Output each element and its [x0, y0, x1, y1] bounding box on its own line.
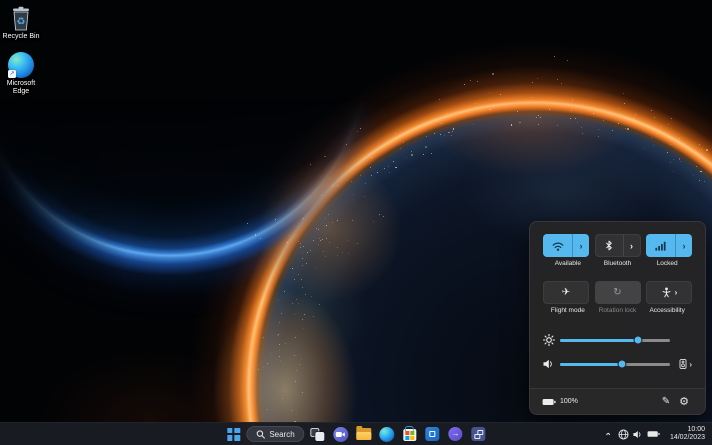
- shortcut-arrow-icon: ↗: [8, 70, 16, 78]
- accessibility-icon: [661, 287, 672, 298]
- brightness-slider-thumb[interactable]: [633, 335, 643, 345]
- bluetooth-icon[interactable]: [596, 235, 623, 256]
- edit-quick-settings-button[interactable]: ✎: [657, 396, 675, 407]
- taskbar-center-group: Search →: [223, 423, 488, 445]
- volume-icon: [543, 359, 560, 369]
- file-explorer-button[interactable]: [354, 424, 374, 444]
- wallpaper-blue-sphere: [0, 0, 430, 320]
- battery-percent: 100%: [560, 398, 578, 405]
- search-icon: [256, 429, 265, 439]
- battery-status[interactable]: 100%: [542, 398, 578, 406]
- windows-desktop-screen: ♻ Recycle Bin ↗ Microsoft Edge › › › Ava…: [0, 0, 712, 445]
- bluetooth-tile-label: Bluetooth: [603, 260, 632, 267]
- pinned-app-arrow-circle-button[interactable]: →: [446, 424, 466, 444]
- windows-logo-icon: [226, 427, 240, 441]
- accessibility-tile-label: Accessibility: [649, 307, 685, 314]
- chevron-up-icon: ›: [602, 432, 613, 436]
- volume-slider-fill: [560, 362, 622, 366]
- tray-network-volume-battery-button[interactable]: [615, 425, 663, 443]
- desktop-icon-label: Microsoft Edge: [6, 80, 36, 95]
- app-arrow-circle-icon: →: [448, 427, 463, 441]
- cellular-icon[interactable]: [646, 234, 675, 257]
- brightness-slider-fill: [560, 338, 639, 342]
- flight-mode-tile-label: Flight mode: [550, 307, 585, 314]
- quick-settings-panel: › › › Available Bluetooth Locked ✈ ↻ › F…: [529, 221, 706, 415]
- app-blue-square-icon: [425, 427, 440, 441]
- edge-icon: [379, 426, 395, 442]
- quick-settings-label-row-1: Available Bluetooth Locked: [543, 260, 692, 268]
- pinned-app-window-overlap-button[interactable]: [469, 424, 489, 444]
- brightness-slider-row: [543, 331, 692, 349]
- desktop-icon-label: Recycle Bin: [2, 33, 40, 40]
- recycle-bin-icon: ♻: [13, 6, 29, 31]
- volume-slider-row: ›: [543, 355, 692, 373]
- wifi-tile-label: Available: [554, 260, 581, 267]
- taskbar: Search → › 10:00 14/02/2023: [0, 422, 712, 445]
- cellular-tile[interactable]: ›: [646, 234, 692, 257]
- clock[interactable]: 10:00 14/02/2023: [667, 426, 708, 442]
- flight-mode-tile[interactable]: ✈: [543, 281, 589, 304]
- accessibility-tile[interactable]: ›: [646, 281, 692, 304]
- audio-output-icon: [679, 359, 687, 369]
- svg-text:♻: ♻: [17, 17, 26, 28]
- brightness-slider-track[interactable]: [560, 335, 670, 345]
- rotation-lock-icon: ↻: [613, 287, 622, 298]
- brightness-icon: [543, 334, 560, 346]
- speaker-icon: [633, 430, 641, 438]
- tray-show-hidden-icons-button[interactable]: ›: [602, 425, 613, 443]
- wifi-icon[interactable]: [543, 234, 572, 257]
- battery-icon: [542, 398, 556, 405]
- clock-date: 14/02/2023: [669, 434, 705, 441]
- airplane-icon: ✈: [561, 287, 571, 298]
- quick-settings-label-row-2: Flight mode Rotation lock Accessibility: [543, 307, 692, 315]
- accessibility-chevron: ›: [674, 288, 678, 297]
- settings-button[interactable]: ⚙: [675, 395, 693, 408]
- chat-camera-icon: [333, 426, 349, 442]
- cellular-tile-label: Locked: [656, 260, 678, 267]
- wifi-tile[interactable]: ›: [543, 234, 589, 257]
- volume-slider-thumb[interactable]: [617, 359, 627, 369]
- search-label: Search: [269, 429, 295, 439]
- start-button[interactable]: [223, 424, 243, 444]
- volume-output-chevron: ›: [689, 359, 692, 369]
- chat-button[interactable]: [331, 424, 351, 444]
- battery-icon: [647, 431, 660, 437]
- cellular-expand-chevron[interactable]: ›: [676, 234, 692, 257]
- system-tray: › 10:00 14/02/2023: [602, 423, 708, 445]
- network-globe-icon: [618, 429, 629, 439]
- store-icon: [403, 429, 417, 441]
- quick-settings-tile-row-2: ✈ ↻ ›: [543, 281, 692, 304]
- desktop-icon-microsoft-edge[interactable]: ↗ Microsoft Edge: [1, 52, 41, 96]
- volume-slider-track[interactable]: [560, 359, 670, 369]
- quick-settings-tile-row-1: › › ›: [543, 234, 692, 257]
- app-window-overlap-icon: [471, 427, 486, 441]
- search-box[interactable]: Search: [246, 426, 305, 442]
- bluetooth-tile[interactable]: ›: [594, 234, 641, 257]
- desktop-icon-recycle-bin[interactable]: ♻ Recycle Bin: [1, 5, 41, 41]
- clock-time: 10:00: [687, 426, 705, 433]
- file-explorer-icon: [356, 426, 372, 440]
- rotation-lock-tile[interactable]: ↻: [594, 281, 641, 304]
- volume-output-selector[interactable]: ›: [670, 359, 692, 369]
- store-button[interactable]: [400, 424, 420, 444]
- bluetooth-expand-chevron[interactable]: ›: [624, 235, 640, 256]
- wifi-expand-chevron[interactable]: ›: [573, 234, 589, 257]
- pinned-app-blue-square-button[interactable]: [423, 424, 443, 444]
- quick-settings-footer: 100% ✎ ⚙: [530, 388, 705, 414]
- rotation-lock-tile-label: Rotation lock: [598, 307, 637, 314]
- edge-button[interactable]: [377, 424, 397, 444]
- task-view-button[interactable]: [308, 424, 328, 444]
- task-view-icon: [310, 427, 325, 441]
